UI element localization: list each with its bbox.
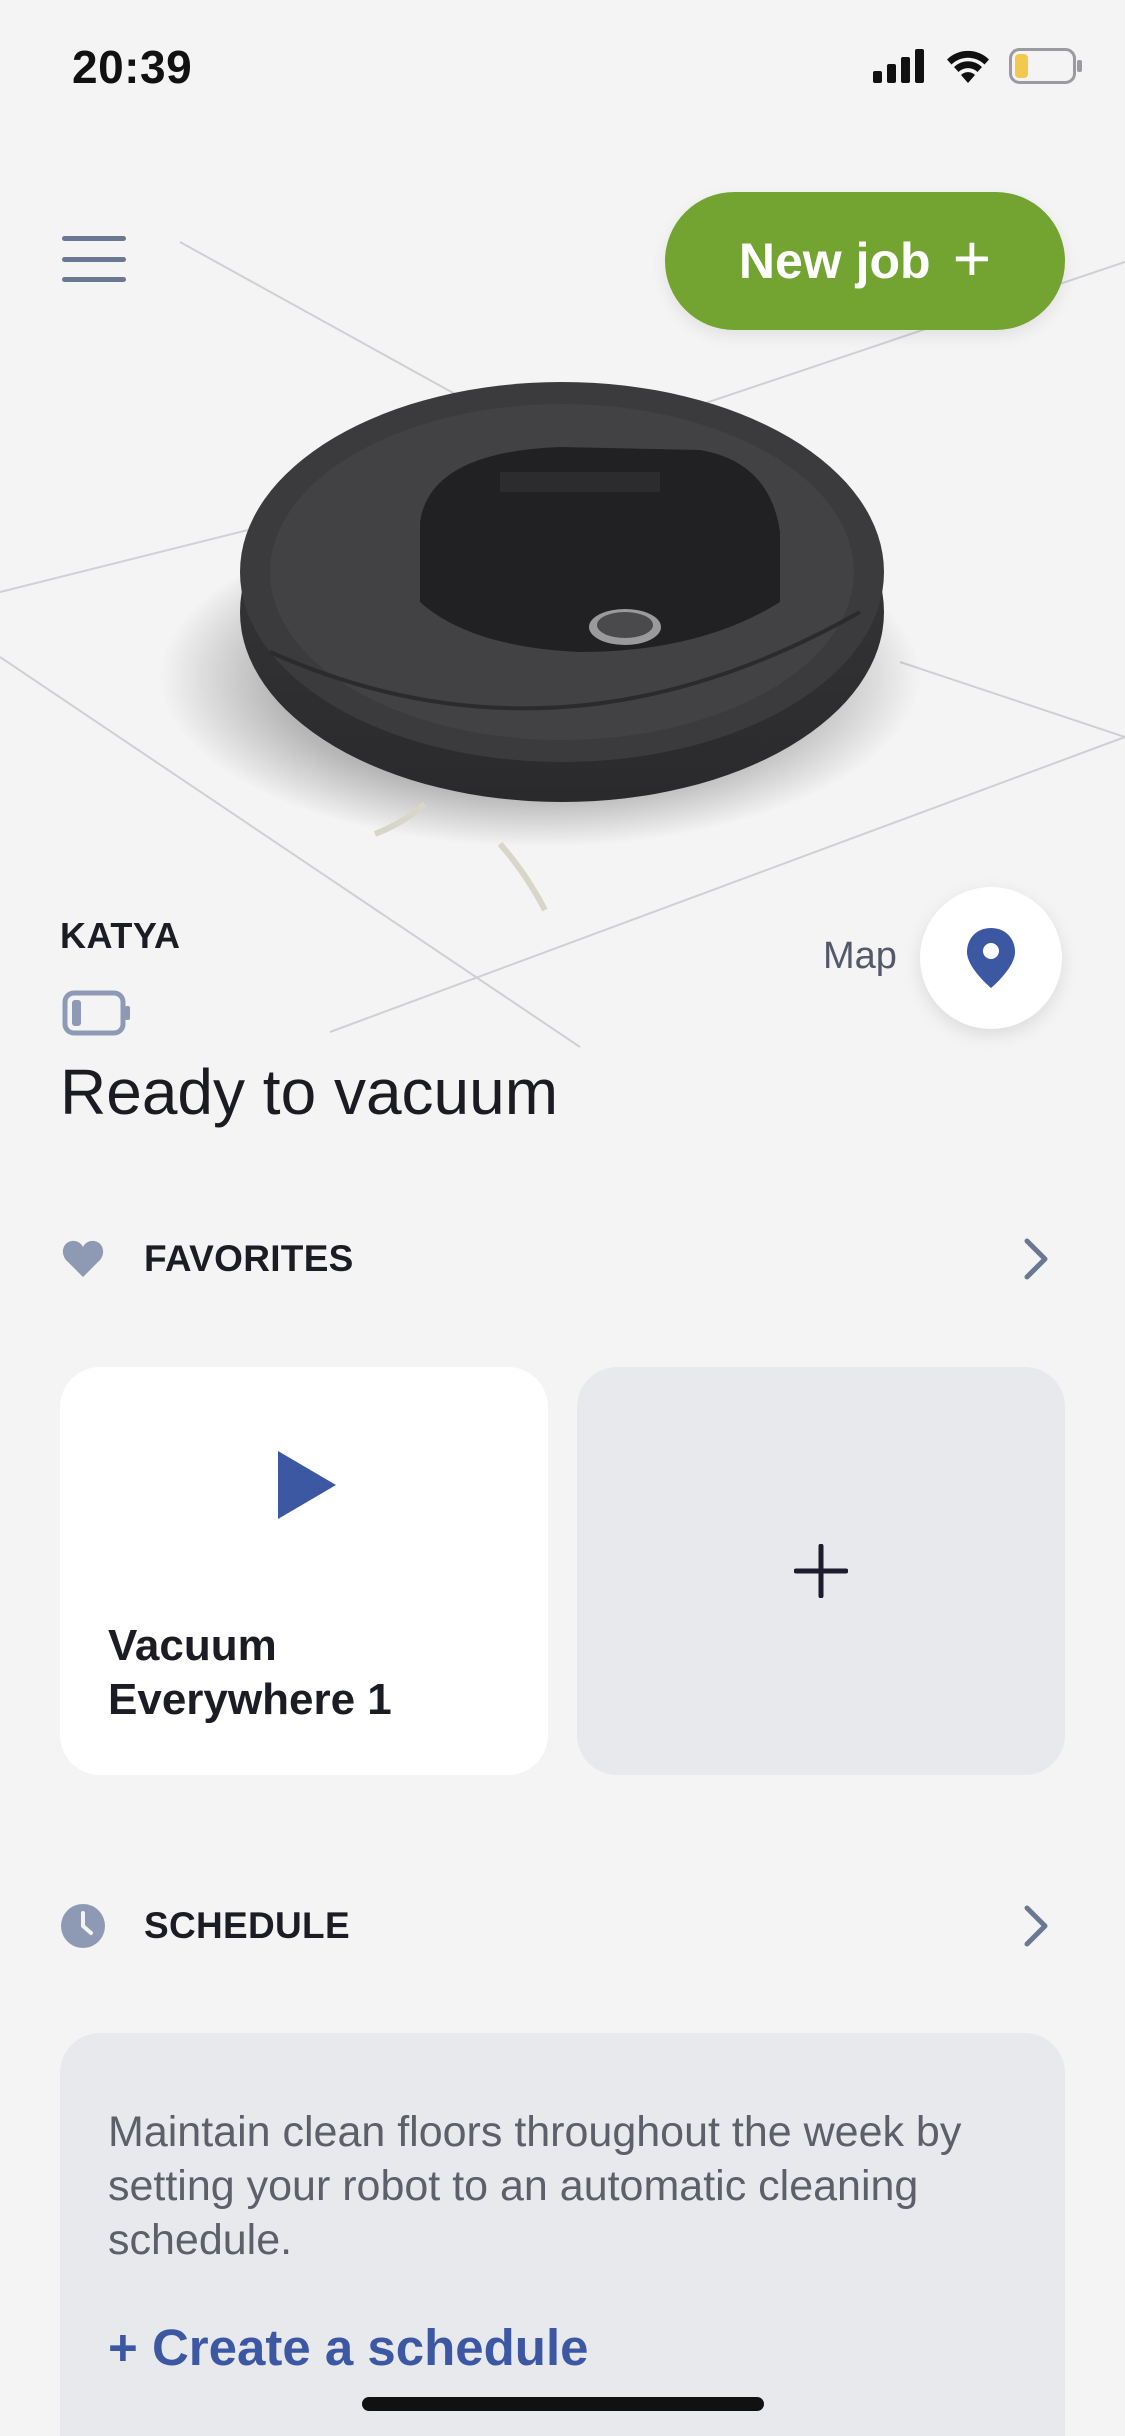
play-icon	[278, 1451, 336, 1519]
robot-status: Ready to vacuum	[60, 1056, 559, 1128]
favorite-label: Vacuum Everywhere 1	[108, 1621, 392, 1724]
favorites-label: FAVORITES	[144, 1238, 354, 1279]
chevron-right-icon	[1024, 1238, 1048, 1280]
status-bar: 20:39	[0, 0, 1125, 132]
location-pin-icon	[967, 928, 1015, 988]
favorite-card-vacuum-everywhere[interactable]: Vacuum Everywhere 1	[60, 1367, 548, 1775]
schedule-description: Maintain clean floors throughout the wee…	[108, 2108, 962, 2264]
add-favorite-card[interactable]	[577, 1367, 1065, 1775]
plus-icon: +	[952, 221, 992, 295]
schedule-label: SCHEDULE	[144, 1905, 350, 1946]
heart-icon	[60, 1236, 106, 1282]
wifi-icon	[947, 50, 989, 83]
map-button[interactable]	[920, 887, 1062, 1029]
robot-name: KATYA	[60, 915, 181, 956]
create-schedule-link[interactable]: + Create a schedule	[108, 2318, 589, 2377]
signal-icon	[873, 49, 924, 83]
map-label[interactable]: Map	[823, 935, 897, 978]
app-screen: 20:39 New job + KATYA Ready to vacuum Ma…	[0, 0, 1125, 2436]
new-job-label: New job	[738, 233, 931, 289]
clock-icon	[60, 1903, 106, 1949]
chevron-right-icon	[1024, 1905, 1048, 1947]
favorites-header[interactable]: FAVORITES	[60, 1219, 1065, 1299]
battery-icon	[1009, 48, 1082, 84]
schedule-card: Maintain clean floors throughout the wee…	[60, 2033, 1065, 2436]
schedule-header[interactable]: SCHEDULE	[60, 1886, 1065, 1966]
hamburger-menu-icon[interactable]	[62, 236, 126, 282]
new-job-button[interactable]: New job +	[665, 192, 1065, 330]
status-time: 20:39	[72, 41, 193, 93]
plus-icon	[794, 1544, 848, 1598]
status-icons	[873, 48, 1083, 84]
battery-low-icon	[62, 990, 130, 1036]
home-indicator[interactable]	[362, 2397, 764, 2411]
